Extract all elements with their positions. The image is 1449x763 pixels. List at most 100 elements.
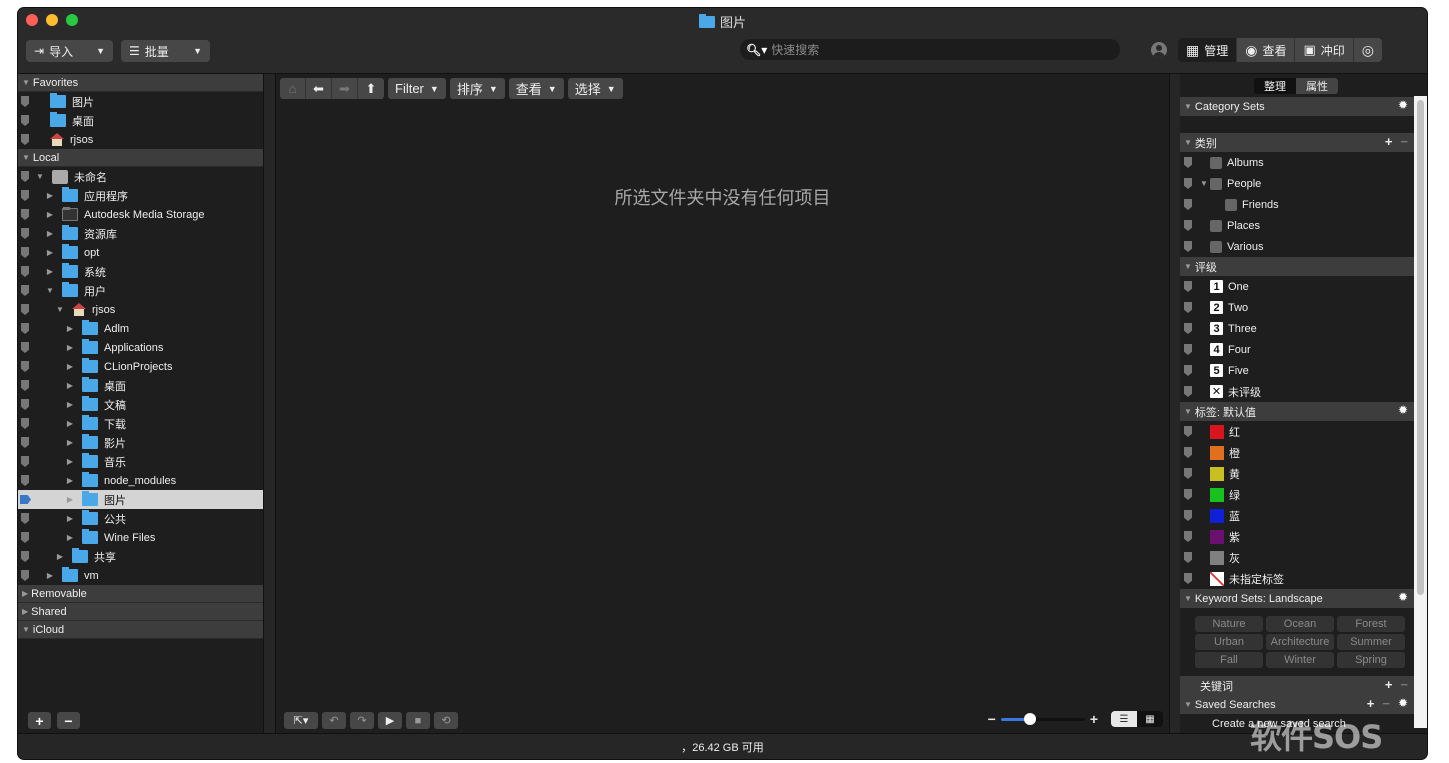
folder-tree-item[interactable]: ▶ Autodesk Media Storage (18, 205, 263, 224)
folder-tree-item[interactable]: ▶ 公共 (18, 509, 263, 528)
filter-button[interactable]: Filter ▼ (388, 78, 446, 99)
categories-header[interactable]: ▼ 类别 + − (1180, 133, 1414, 152)
label-tag-icon[interactable] (1184, 447, 1192, 458)
add-keyword-button[interactable]: + (1385, 677, 1393, 692)
folder-tree-item[interactable]: ▶ 音乐 (18, 452, 263, 471)
favorite-item[interactable]: rjsos (18, 130, 263, 149)
rating-item[interactable]: 4 Four (1180, 339, 1414, 360)
add-category-button[interactable]: + (1385, 134, 1393, 149)
disclosure-closed-icon[interactable]: ▶ (64, 495, 76, 504)
folder-tree-item[interactable]: ▶ 影片 (18, 433, 263, 452)
label-tag-icon[interactable] (21, 209, 29, 220)
label-tag-icon[interactable] (21, 304, 29, 315)
disclosure-closed-icon[interactable]: ▶ (54, 552, 66, 561)
tab-organize[interactable]: 整理 (1254, 78, 1296, 94)
label-tag-icon[interactable] (1184, 426, 1192, 437)
folder-tree-item[interactable]: ▶ node_modules (18, 471, 263, 490)
label-tag-icon[interactable] (21, 247, 29, 258)
label-tag-icon[interactable] (21, 437, 29, 448)
gear-icon[interactable]: ✹ (1398, 403, 1408, 417)
section-favorites[interactable]: ▼ Favorites (18, 74, 263, 92)
disclosure-closed-icon[interactable]: ▶ (64, 343, 76, 352)
rating-item[interactable]: 2 Two (1180, 297, 1414, 318)
keyword-button[interactable]: Winter (1266, 652, 1334, 668)
folder-tree-item[interactable]: ▼ rjsos (18, 300, 263, 319)
label-tag-icon[interactable] (1184, 302, 1192, 313)
folder-tree-item[interactable]: ▶ 共享 (18, 547, 263, 566)
disclosure-closed-icon[interactable]: ▶ (64, 400, 76, 409)
forward-button[interactable]: ➡ (332, 78, 358, 99)
remove-folder-button[interactable]: − (57, 712, 80, 729)
user-account-icon[interactable] (1151, 42, 1167, 58)
labels-header[interactable]: ▼ 标签: 默认值 ✹ (1180, 402, 1414, 421)
zoom-out-icon[interactable]: − (988, 711, 996, 727)
category-item[interactable]: ▼ People (1180, 173, 1414, 194)
category-item[interactable]: Various (1180, 236, 1414, 257)
home-button[interactable]: ⌂ (280, 78, 306, 99)
rating-item[interactable]: 1 One (1180, 276, 1414, 297)
rotate-left-button[interactable]: ↶ (322, 712, 346, 729)
label-tag-icon[interactable] (21, 228, 29, 239)
disclosure-open-icon[interactable]: ▼ (34, 172, 46, 181)
keyword-button[interactable]: Architecture (1266, 634, 1334, 650)
label-tag-icon[interactable] (1184, 178, 1192, 189)
slider-knob[interactable] (1024, 712, 1037, 725)
rating-item[interactable]: ✕ 未评级 (1180, 381, 1414, 402)
remove-category-button[interactable]: − (1400, 134, 1408, 149)
label-tag-icon[interactable] (21, 551, 29, 562)
folder-tree-item[interactable]: ▶ 系统 (18, 262, 263, 281)
folder-tree-item[interactable]: ▶ 文稿 (18, 395, 263, 414)
gear-icon[interactable]: ✹ (1398, 696, 1408, 711)
label-tag-icon[interactable] (21, 570, 29, 581)
label-tag-icon[interactable] (21, 285, 29, 296)
folder-tree-item[interactable]: ▶ 下载 (18, 414, 263, 433)
disclosure-open-icon[interactable]: ▼ (1198, 179, 1210, 188)
section-removable[interactable]: ▶ Removable (18, 585, 263, 603)
section-local[interactable]: ▼ Local (18, 149, 263, 167)
color-label-item[interactable]: 紫 (1180, 526, 1414, 547)
zoom-in-icon[interactable]: + (1090, 711, 1098, 727)
quick-search[interactable]: 🔍︎▾ (740, 39, 1120, 60)
keyword-button[interactable]: Fall (1195, 652, 1263, 668)
category-item[interactable]: Places (1180, 215, 1414, 236)
color-label-item[interactable]: 绿 (1180, 484, 1414, 505)
label-tag-icon[interactable] (21, 190, 29, 201)
category-checkbox[interactable] (1210, 177, 1222, 190)
folder-tree-item[interactable]: ▼ 用户 (18, 281, 263, 300)
label-tag-icon[interactable] (1184, 323, 1192, 334)
inspector-scrollbar[interactable] (1414, 96, 1427, 728)
label-tag-icon[interactable] (21, 323, 29, 334)
label-tag-icon[interactable] (1184, 220, 1192, 231)
tab-properties[interactable]: 属性 (1296, 78, 1338, 94)
ratings-header[interactable]: ▼ 评级 (1180, 257, 1414, 276)
category-item[interactable]: Friends (1180, 194, 1414, 215)
back-button[interactable]: ⬅ (306, 78, 332, 99)
disclosure-closed-icon[interactable]: ▶ (64, 514, 76, 523)
label-tag-icon[interactable] (21, 342, 29, 353)
category-item[interactable]: Albums (1180, 152, 1414, 173)
label-tag-icon[interactable] (21, 475, 29, 486)
keyword-button[interactable]: Urban (1195, 634, 1263, 650)
select-button[interactable]: 选择 ▼ (567, 78, 623, 99)
disclosure-closed-icon[interactable]: ▶ (64, 476, 76, 485)
folder-tree-item[interactable]: ▶ 桌面 (18, 376, 263, 395)
label-tag-icon[interactable] (1184, 386, 1192, 397)
folder-tree-item[interactable]: ▶ 应用程序 (18, 186, 263, 205)
batch-button[interactable]: ☰ 批量 ▼ (121, 40, 210, 62)
color-label-item[interactable]: 灰 (1180, 547, 1414, 568)
folder-tree-item[interactable]: ▶ Adlm (18, 319, 263, 338)
keyword-button[interactable]: Spring (1337, 652, 1405, 668)
label-tag-icon[interactable] (21, 418, 29, 429)
disclosure-closed-icon[interactable]: ▶ (64, 381, 76, 390)
disclosure-closed-icon[interactable]: ▶ (64, 324, 76, 333)
disclosure-closed-icon[interactable]: ▶ (44, 229, 56, 238)
label-tag-icon[interactable] (1184, 531, 1192, 542)
category-checkbox[interactable] (1210, 156, 1222, 169)
label-tag-icon[interactable] (20, 495, 31, 504)
up-button[interactable]: ⬆ (358, 78, 384, 99)
remove-keyword-button[interactable]: − (1400, 677, 1408, 692)
keyword-sets-header[interactable]: ▼ Keyword Sets: Landscape ✹ (1180, 589, 1414, 608)
category-checkbox[interactable] (1210, 240, 1222, 253)
folder-tree-item[interactable]: ▶ Wine Files (18, 528, 263, 547)
disclosure-closed-icon[interactable]: ▶ (44, 191, 56, 200)
